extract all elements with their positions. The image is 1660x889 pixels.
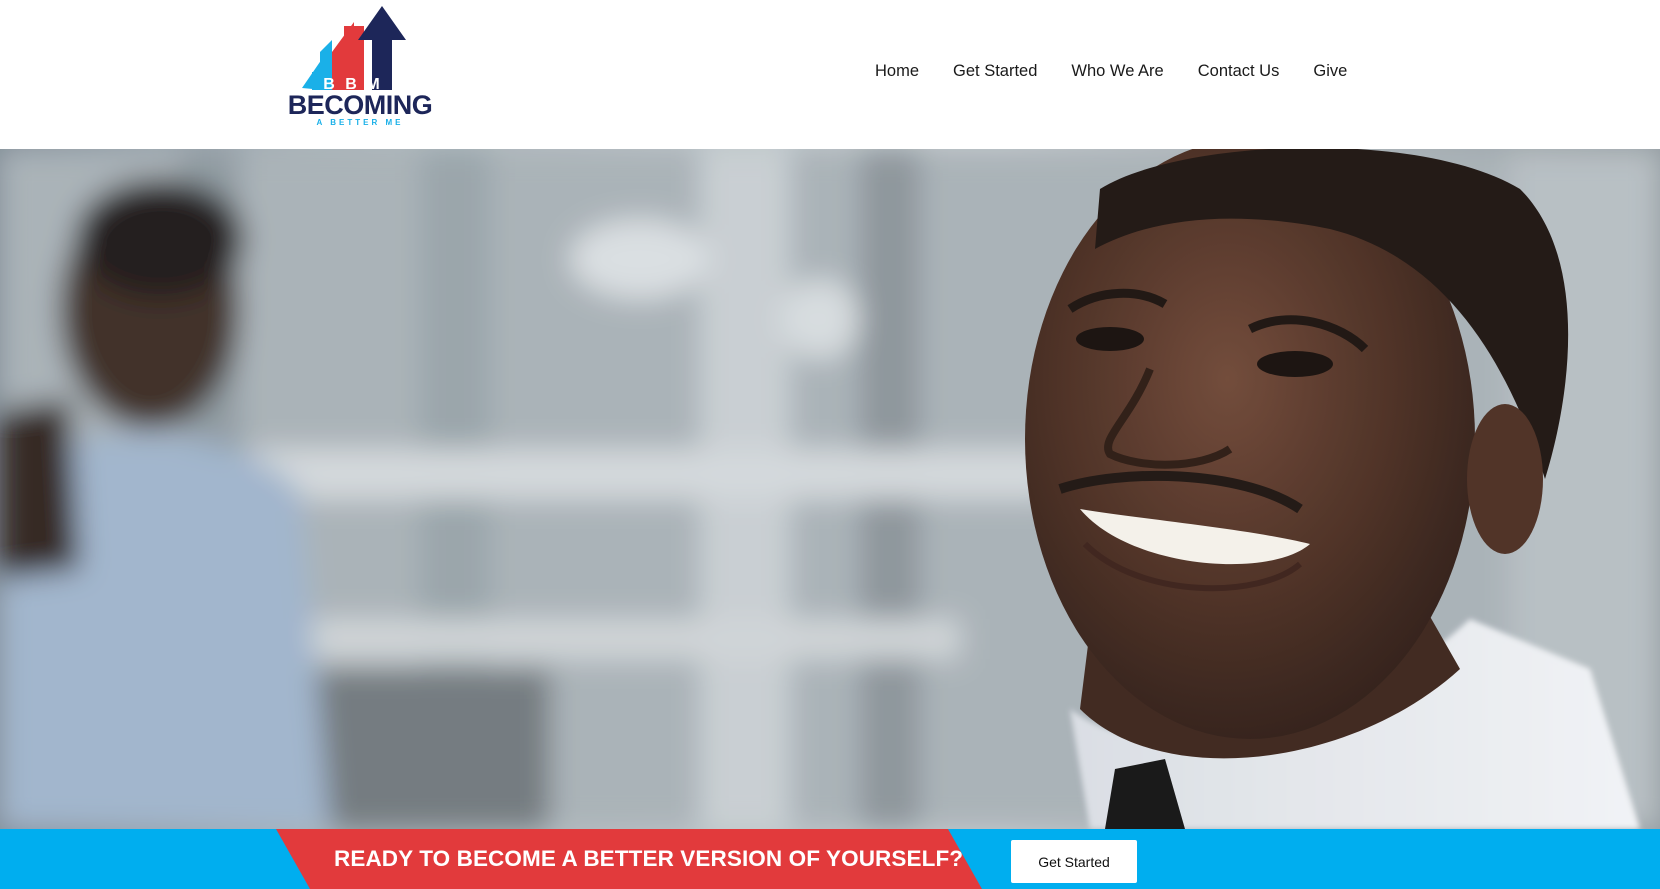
cta-headline: READY TO BECOME A BETTER VERSION OF YOUR… bbox=[334, 846, 964, 871]
nav-home[interactable]: Home bbox=[875, 62, 919, 81]
logo-wordmark: BECOMING bbox=[287, 90, 433, 120]
logo-tagline: A BETTER ME bbox=[316, 118, 404, 127]
hero-banner bbox=[0, 149, 1660, 829]
nav-who-we-are[interactable]: Who We Are bbox=[1071, 62, 1163, 81]
smiling-man-photo bbox=[0, 149, 1660, 829]
nav-give[interactable]: Give bbox=[1313, 62, 1347, 81]
main-nav: Home Get Started Who We Are Contact Us G… bbox=[875, 62, 1347, 81]
bbm-logo[interactable]: B B M BECOMING A BETTER ME bbox=[284, 4, 436, 130]
cta-band: READY TO BECOME A BETTER VERSION OF YOUR… bbox=[0, 829, 1660, 889]
get-started-button[interactable]: Get Started bbox=[1011, 840, 1137, 883]
site-header: B B M BECOMING A BETTER ME Home Get Star… bbox=[0, 0, 1660, 149]
nav-contact-us[interactable]: Contact Us bbox=[1198, 62, 1280, 81]
nav-get-started[interactable]: Get Started bbox=[953, 62, 1037, 81]
